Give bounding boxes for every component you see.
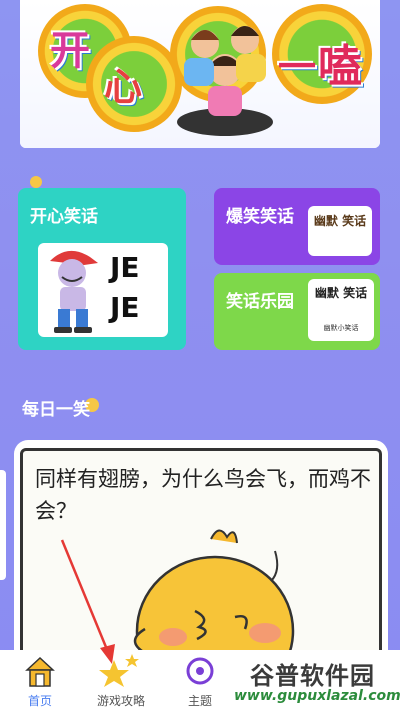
joke-text: 同样有翅膀，为什么鸟会飞，而鸡不会？ [35,467,371,523]
je-text: JE [110,291,140,324]
card-title: 开心笑话 [30,207,98,227]
card-image: 幽默 笑话 幽默小笑话 [308,279,374,341]
card-happy-jokes[interactable]: 开心笑话 JE JE [18,188,186,350]
card-title: 笑话乐园 [226,292,294,312]
card-image: JE JE [38,243,168,337]
section-title-daily: 每日一笑 [22,400,90,420]
banner-title-char: 一 [278,45,317,89]
stars-icon [99,654,139,687]
top-banner[interactable]: 开 心 一 嗑 [20,0,380,148]
humor-subtext: 幽默小笑话 [323,324,359,332]
card-title: 爆笑笑话 [226,207,294,227]
card-hilarious-jokes[interactable]: 爆笑笑话 幽默 笑话 [214,188,380,265]
watermark: 谷普软件园 www.gupuxlazal.com [214,652,400,711]
humor-text: 幽默 笑话 [313,214,367,228]
card-image: 幽默 笑话 [308,206,372,256]
watermark-title: 谷普软件园 [250,662,375,690]
je-text: JE [110,251,140,284]
theme-icon [186,657,214,685]
tab-label: 游戏攻略 [96,694,145,708]
banner-title-char: 心 [104,65,143,109]
humor-text: 幽默 笑话 [314,286,368,300]
kids-illustration [177,26,273,136]
tab-home[interactable]: 首页 [10,650,70,711]
side-handle [0,470,6,580]
tab-game-guide[interactable]: 游戏攻略 [86,650,156,711]
decor-dot [30,176,42,188]
watermark-url: www.gupuxlazal.com [234,688,400,704]
cartoon-boy-icon [50,250,98,333]
banner-title-char: 开 [50,28,90,74]
home-icon [25,656,55,687]
card-joke-paradise[interactable]: 笑话乐园 幽默 笑话 幽默小笑话 [214,273,380,350]
tab-label: 首页 [27,694,52,708]
banner-title-char: 嗑 [318,41,362,92]
